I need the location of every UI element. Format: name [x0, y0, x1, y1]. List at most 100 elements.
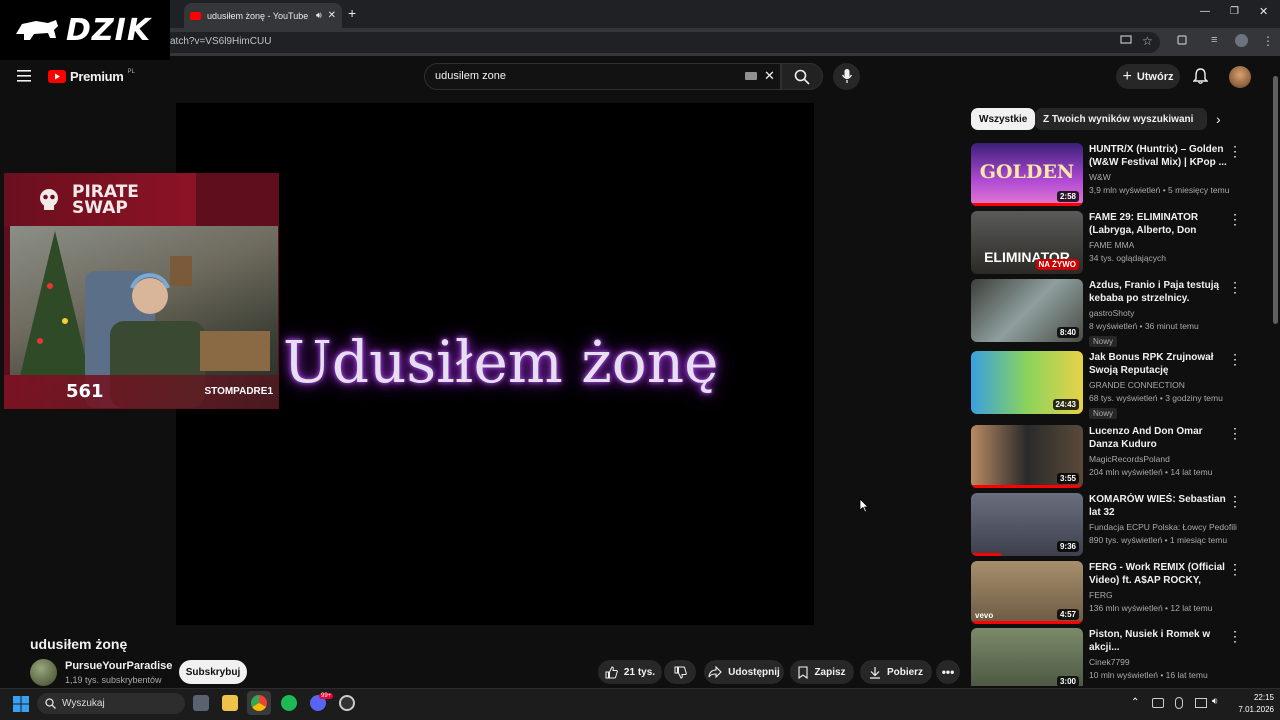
video-thumbnail[interactable]: vevo 4:57	[971, 561, 1083, 624]
keyboard-icon[interactable]	[745, 72, 757, 80]
share-button[interactable]: Udostępnij	[704, 660, 784, 684]
clear-search-icon[interactable]: ✕	[764, 68, 775, 84]
search-input[interactable]: udusilem zone	[424, 63, 781, 90]
more-options-icon[interactable]: ⋮	[1228, 352, 1242, 367]
browser-tab-active[interactable]: udusiłem żonę - YouTube 🔊︎ ✕	[184, 3, 342, 28]
more-options-icon[interactable]: ⋮	[1228, 426, 1242, 441]
more-options-icon[interactable]: ⋮	[1228, 144, 1242, 159]
chevron-right-icon[interactable]: ›	[1216, 111, 1221, 127]
bookmark-star-icon[interactable]: ☆	[1142, 34, 1156, 48]
related-video-channel[interactable]: W&W	[1089, 172, 1229, 182]
window-close-icon[interactable]: ✕	[1259, 5, 1268, 18]
video-thumbnail[interactable]: 3:55	[971, 425, 1083, 488]
related-video-item[interactable]: GOLDEN 2:58 HUNTR/X (Huntrix) – Golden (…	[971, 143, 1261, 207]
network-icon[interactable]	[1152, 698, 1164, 708]
channel-name[interactable]: PursueYourParadise	[65, 660, 172, 672]
file-explorer-icon[interactable]	[222, 695, 238, 711]
related-video-item[interactable]: 8:40 Azdus, Franio i Paja testują kebaba…	[971, 279, 1261, 347]
video-duration: 9:36	[1056, 541, 1079, 552]
browser-menu-icon[interactable]: ⋮	[1262, 34, 1276, 48]
related-video-title[interactable]: FAME 29: ELIMINATOR (Labryga, Alberto, D…	[1089, 211, 1229, 237]
dislike-button[interactable]	[664, 660, 696, 684]
subscribe-button[interactable]: Subskrybuj	[179, 660, 247, 684]
like-button[interactable]: 21 tys.	[598, 660, 662, 684]
related-video-channel[interactable]: Fundacja ECPU Polska: Łowcy Pedofili	[1089, 522, 1237, 532]
save-label: Zapisz	[814, 666, 846, 678]
windows-start-icon[interactable]	[13, 696, 29, 712]
video-thumbnail[interactable]: ELIMINATOR NA ŻYWO	[971, 211, 1083, 274]
new-tab-button[interactable]: +	[348, 5, 356, 21]
related-video-title[interactable]: Jak Bonus RPK Zrujnował Swoją Reputację	[1089, 351, 1229, 377]
chrome-icon[interactable]	[251, 695, 267, 711]
related-video-channel[interactable]: gastroShoty	[1089, 308, 1229, 318]
video-thumbnail[interactable]: GOLDEN 2:58	[971, 143, 1083, 206]
more-options-icon[interactable]: ⋮	[1228, 494, 1242, 509]
related-video-channel[interactable]: Cinek7799	[1089, 657, 1229, 667]
video-duration: 3:00	[1056, 676, 1079, 686]
spotify-icon[interactable]	[281, 695, 297, 711]
related-video-title[interactable]: Piston, Nusiek i Romek w akcji...	[1089, 628, 1229, 654]
more-options-icon[interactable]: ⋮	[1228, 629, 1242, 644]
taskbar-search[interactable]: Wyszukaj	[37, 693, 185, 714]
save-button[interactable]: Zapisz	[790, 660, 854, 684]
thumbs-down-icon	[674, 666, 687, 679]
volume-icon[interactable]: 🔉︎	[1212, 696, 1218, 707]
download-button[interactable]: Pobierz	[860, 660, 932, 684]
youtube-premium-logo[interactable]: Premium PL	[48, 69, 135, 84]
profile-avatar-icon[interactable]	[1235, 34, 1248, 47]
chip-all[interactable]: Wszystkie	[971, 108, 1036, 130]
voice-search-button[interactable]	[833, 63, 860, 90]
related-video-channel[interactable]: MagicRecordsPoland	[1089, 454, 1229, 464]
system-clock[interactable]: 22:15 7.01.2026	[1236, 692, 1274, 716]
media-control-icon[interactable]: ≡	[1211, 34, 1225, 48]
more-options-icon[interactable]: ⋮	[1228, 212, 1242, 227]
chip-partial[interactable]	[1193, 108, 1207, 130]
related-video-channel[interactable]: GRANDE CONNECTION	[1089, 380, 1229, 390]
video-thumbnail[interactable]: 8:40	[971, 279, 1083, 342]
cast-icon[interactable]	[1120, 34, 1134, 48]
new-badge: Nowy	[1089, 336, 1118, 347]
maximize-icon[interactable]: ❐	[1230, 6, 1239, 17]
mic-tray-icon[interactable]	[1175, 697, 1183, 709]
related-video-channel[interactable]: FAME MMA	[1089, 240, 1229, 250]
task-view-icon[interactable]	[193, 695, 209, 711]
related-video-item[interactable]: 3:00 Piston, Nusiek i Romek w akcji... C…	[971, 628, 1261, 686]
clock-date: 7.01.2026	[1238, 705, 1274, 714]
video-thumbnail[interactable]: 9:36	[971, 493, 1083, 556]
related-video-title[interactable]: KOMARÓW WIEŚ: Sebastian lat 32	[1089, 493, 1229, 519]
tray-chevron-up-icon[interactable]: ⌃	[1131, 697, 1139, 708]
more-options-icon[interactable]: ⋮	[1228, 280, 1242, 295]
related-video-title[interactable]: FERG - Work REMIX (Official Video) ft. A…	[1089, 561, 1229, 587]
related-video-title[interactable]: Azdus, Franio i Paja testują kebaba po s…	[1089, 279, 1229, 305]
video-duration: 8:40	[1056, 327, 1079, 338]
address-bar[interactable]: atch?v=VS6l9HimCUU	[160, 32, 1160, 53]
related-video-item[interactable]: ELIMINATOR NA ŻYWO FAME 29: ELIMINATOR (…	[971, 211, 1261, 275]
search-button[interactable]	[781, 63, 823, 90]
related-video-stats: 8 wyświetleń • 36 minut temu	[1089, 321, 1199, 331]
more-options-icon[interactable]: ⋮	[1228, 562, 1242, 577]
display-tray-icon[interactable]	[1195, 698, 1207, 708]
create-button[interactable]: + Utwórz	[1116, 64, 1180, 89]
minimize-icon[interactable]: —	[1200, 6, 1210, 17]
extensions-icon[interactable]	[1176, 34, 1190, 48]
related-video-item[interactable]: 9:36 KOMARÓW WIEŚ: Sebastian lat 32 Fund…	[971, 493, 1261, 557]
chip-from-search[interactable]: Z Twoich wyników wyszukiwania	[1035, 108, 1207, 130]
scrollbar-thumb[interactable]	[1273, 76, 1278, 324]
channel-avatar[interactable]	[30, 659, 57, 686]
related-video-item[interactable]: vevo 4:57 FERG - Work REMIX (Official Vi…	[971, 561, 1261, 625]
app-icon[interactable]	[339, 695, 355, 711]
related-video-title[interactable]: Lucenzo And Don Omar Danza Kuduro	[1089, 425, 1229, 451]
hamburger-menu-icon[interactable]	[17, 70, 31, 82]
more-actions-button[interactable]: •••	[936, 660, 960, 684]
related-video-channel[interactable]: FERG	[1089, 590, 1229, 600]
notifications-bell-icon[interactable]	[1193, 68, 1208, 84]
share-label: Udostępnij	[728, 666, 780, 678]
tab-audio-icon[interactable]: 🔊︎	[316, 10, 322, 21]
video-thumbnail[interactable]: 24:43	[971, 351, 1083, 414]
tab-close-icon[interactable]: ✕	[328, 10, 336, 21]
related-video-title[interactable]: HUNTR/X (Huntrix) – Golden (W&W Festival…	[1089, 143, 1229, 169]
video-thumbnail[interactable]: 3:00	[971, 628, 1083, 686]
user-avatar[interactable]	[1229, 66, 1251, 88]
related-video-item[interactable]: 3:55 Lucenzo And Don Omar Danza Kuduro M…	[971, 425, 1261, 489]
related-video-item[interactable]: 24:43 Jak Bonus RPK Zrujnował Swoją Repu…	[971, 351, 1261, 419]
